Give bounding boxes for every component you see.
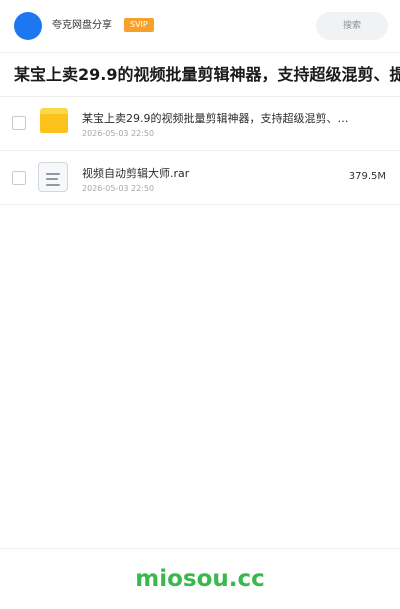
file-row-folder[interactable]: 某宝上卖29.9的视频批量剪辑神器，支持超级混剪、… 2026-05-03 22… bbox=[0, 97, 400, 151]
document-icon-line bbox=[46, 178, 58, 180]
footer: miosou.cc bbox=[0, 548, 400, 601]
top-bar: 夸克网盘分享 SVIP 搜索 bbox=[0, 0, 400, 53]
row-checkbox[interactable] bbox=[12, 171, 26, 185]
search-button[interactable]: 搜索 bbox=[316, 12, 388, 40]
file-name: 视频自动剪辑大师.rar bbox=[82, 167, 190, 180]
folder-icon bbox=[40, 108, 68, 133]
site-brand[interactable]: miosou.cc bbox=[0, 549, 400, 609]
file-list: 某宝上卖29.9的视频批量剪辑神器，支持超级混剪、… 2026-05-03 22… bbox=[0, 97, 400, 205]
document-icon bbox=[38, 162, 68, 192]
share-title-bar: 某宝上卖29.9的视频批量剪辑神器，支持超级混剪、提取文 bbox=[0, 53, 400, 97]
file-name: 某宝上卖29.9的视频批量剪辑神器，支持超级混剪、… bbox=[82, 112, 349, 125]
svip-badge: SVIP bbox=[124, 18, 154, 32]
row-checkbox[interactable] bbox=[12, 116, 26, 130]
file-row-archive[interactable]: 视频自动剪辑大师.rar 2026-05-03 22:50 379.5M bbox=[0, 151, 400, 205]
share-title: 某宝上卖29.9的视频批量剪辑神器，支持超级混剪、提取文 bbox=[14, 65, 400, 84]
file-size: 379.5M bbox=[348, 171, 386, 182]
document-icon-line bbox=[46, 184, 60, 186]
avatar[interactable] bbox=[14, 12, 42, 40]
file-date: 2026-05-03 22:50 bbox=[82, 129, 155, 138]
folder-icon-body bbox=[40, 114, 68, 133]
file-date: 2026-05-03 22:50 bbox=[82, 184, 155, 193]
sharer-name: 夸克网盘分享 bbox=[52, 20, 112, 31]
search-label: 搜索 bbox=[342, 21, 361, 31]
document-icon-line bbox=[46, 173, 60, 175]
